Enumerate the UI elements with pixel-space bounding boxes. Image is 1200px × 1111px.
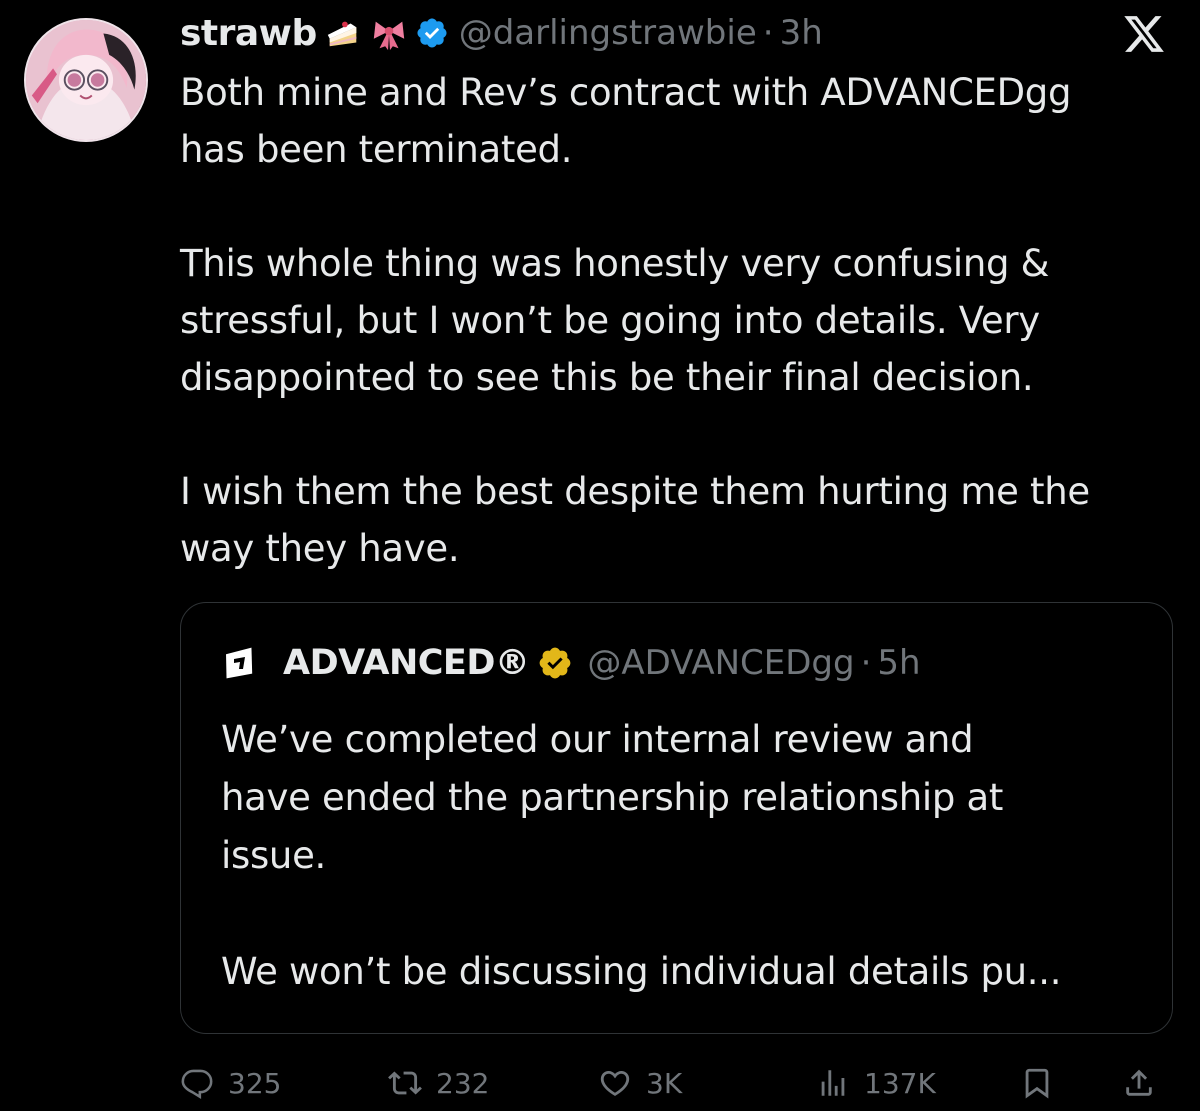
avatar[interactable]	[24, 18, 148, 142]
views-icon	[816, 1066, 864, 1100]
views-button[interactable]: 137K	[816, 1058, 936, 1108]
gold-verified-badge-icon	[537, 645, 573, 681]
quote-handle[interactable]: @ADVANCEDgg	[587, 643, 854, 683]
ribbon-emoji	[369, 13, 409, 53]
bookmark-icon	[1020, 1066, 1068, 1100]
repost-count: 232	[436, 1066, 490, 1100]
tweet-timestamp[interactable]: 3h	[780, 13, 823, 53]
quote-header: ADVANCED® @ADVANCEDgg · 5h	[221, 643, 921, 683]
like-count: 3K	[646, 1066, 683, 1100]
quote-tweet[interactable]: ADVANCED® @ADVANCEDgg · 5h We’ve complet…	[180, 602, 1173, 1034]
reply-icon	[180, 1066, 228, 1100]
share-button[interactable]	[1122, 1058, 1170, 1108]
like-icon	[598, 1066, 646, 1100]
x-logo-icon[interactable]	[1122, 12, 1166, 56]
quote-separator-dot: ·	[860, 643, 872, 683]
separator-dot: ·	[762, 13, 774, 53]
quote-display-name[interactable]: ADVANCED®	[283, 643, 530, 683]
quote-text: We’ve completed our internal review and …	[221, 718, 1062, 993]
avatar-image	[26, 20, 146, 140]
repost-icon	[388, 1066, 436, 1100]
action-bar: 325 232 3K 137K	[180, 1058, 1170, 1108]
bookmark-button[interactable]	[1020, 1058, 1068, 1108]
tweet-header: strawb @darlingstrawbie · 3h	[180, 8, 823, 58]
repost-button[interactable]: 232	[388, 1058, 489, 1108]
cake-emoji	[323, 13, 363, 53]
reply-button[interactable]: 325	[180, 1058, 281, 1108]
reply-count: 325	[228, 1066, 282, 1100]
verified-badge-icon	[415, 16, 449, 50]
advanced-logo-icon	[221, 645, 257, 681]
tweet-text: Both mine and Rev’s contract with ADVANC…	[180, 71, 1090, 570]
quote-timestamp[interactable]: 5h	[877, 643, 920, 683]
share-icon	[1122, 1066, 1170, 1100]
view-count: 137K	[864, 1066, 936, 1100]
author-handle[interactable]: @darlingstrawbie	[459, 13, 757, 53]
like-button[interactable]: 3K	[598, 1058, 682, 1108]
display-name[interactable]: strawb	[180, 13, 317, 54]
